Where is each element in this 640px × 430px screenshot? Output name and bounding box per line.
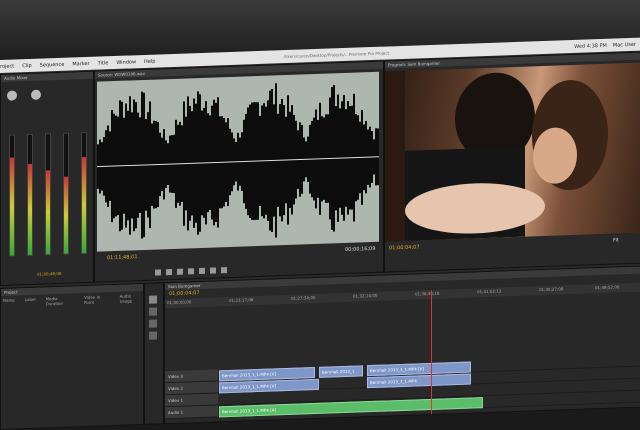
timeline-panel: Sam Bumgarner 01;00;04;07 01;00;00;00 01… [164, 265, 640, 425]
waveform-graphic [97, 83, 379, 239]
menu-item-help[interactable]: Help [144, 58, 155, 64]
ruler-tick: 01;45;27;08 [539, 286, 564, 293]
play-button[interactable] [188, 268, 194, 275]
column-header-name[interactable]: Name [3, 297, 15, 307]
level-meter-4 [64, 176, 68, 254]
column-header-audio-usage[interactable]: Audio Usage [120, 293, 143, 303]
program-video-frame [385, 62, 640, 242]
ruler-tick: 01;32;14;00 [353, 292, 378, 299]
source-timecode-duration: 00;00;16;09 [345, 245, 376, 253]
column-header-video-in-point[interactable]: Video In Point [84, 294, 110, 305]
step-back-button[interactable] [177, 268, 183, 275]
fader-5[interactable] [81, 131, 87, 255]
audio-mixer-panel: Audio Mixer 01;00;48;08 [0, 70, 94, 287]
track-header[interactable]: Video 2 [165, 381, 218, 395]
level-meter-2 [28, 163, 32, 256]
program-monitor-panel: Program: Sam Bumgarner 01;00;04;07 Fit [384, 51, 640, 273]
track-header[interactable]: Audio 1 [165, 405, 218, 419]
column-header-label[interactable]: Label [25, 297, 36, 307]
step-forward-button[interactable] [199, 267, 205, 275]
insert-button[interactable] [210, 267, 216, 274]
program-timecode[interactable]: 01;00;04;07 [389, 244, 420, 251]
ruler-tick: 01;36;38;16 [415, 290, 440, 297]
menu-item-project[interactable]: roject [0, 63, 14, 69]
menu-item-clip[interactable]: Clip [22, 62, 31, 68]
mixer-timecode: 01;00;48;08 [37, 270, 62, 277]
window-title: /Users/caron/Desktop/Projects/...Premier… [283, 50, 390, 60]
menu-item-marker[interactable]: Marker [72, 60, 89, 67]
ruler-tick: 01;41;02;12 [477, 288, 502, 295]
mark-out-button[interactable] [166, 268, 172, 276]
ruler-tick: 01;49;52;00 [595, 284, 620, 291]
ruler-tick: 01;27;34;00 [291, 294, 316, 301]
playhead[interactable] [431, 289, 432, 414]
fader-4[interactable] [63, 132, 69, 255]
mark-in-button[interactable] [155, 269, 161, 276]
fader-3[interactable] [45, 133, 51, 256]
level-meter-1 [10, 157, 14, 256]
menu-item-window[interactable]: Window [116, 59, 136, 66]
ruler-tick: 01;00;00;00 [167, 299, 192, 306]
premiere-window: roject Clip Sequence Marker Title Window… [0, 37, 640, 430]
selection-tool-icon[interactable] [149, 295, 157, 304]
track-header[interactable]: Video 3 [165, 369, 218, 383]
tools-panel [144, 282, 164, 425]
track-header[interactable]: Video 1 [165, 393, 218, 407]
hand-tool-icon[interactable] [149, 319, 157, 328]
overlay-button[interactable] [221, 267, 227, 274]
clock: Wed 4:38 PM [574, 42, 607, 50]
razor-tool-icon[interactable] [149, 307, 157, 316]
fader-2[interactable] [27, 133, 33, 257]
user-name[interactable]: Mac User [613, 41, 636, 48]
project-panel: Project Name Label Media Duration Video … [0, 282, 144, 430]
column-header-media-duration[interactable]: Media Duration [46, 295, 75, 306]
audio-waveform [97, 71, 379, 252]
zoom-tool-icon[interactable] [149, 331, 157, 340]
source-transport-controls [155, 267, 227, 278]
source-monitor-panel: Source: WOW0106.wav 01;11;48;01 00;00;16… [94, 60, 384, 283]
pan-knob-2[interactable] [31, 89, 41, 100]
level-meter-5 [82, 156, 86, 254]
pan-knob-1[interactable] [7, 90, 17, 101]
timeline-timecode[interactable]: 01;00;04;07 [169, 290, 200, 297]
source-timecode-in[interactable]: 01;11;48;01 [107, 254, 138, 261]
mixer-tab[interactable]: Audio Mixer [1, 71, 93, 82]
ruler-tick: 01;23;17;08 [229, 297, 254, 304]
fader-1[interactable] [9, 134, 15, 257]
video-still [385, 70, 608, 242]
program-fit-select[interactable]: Fit [613, 237, 619, 243]
menu-item-sequence[interactable]: Sequence [40, 61, 65, 68]
level-meter-3 [46, 170, 50, 255]
menu-item-title[interactable]: Title [98, 60, 109, 66]
